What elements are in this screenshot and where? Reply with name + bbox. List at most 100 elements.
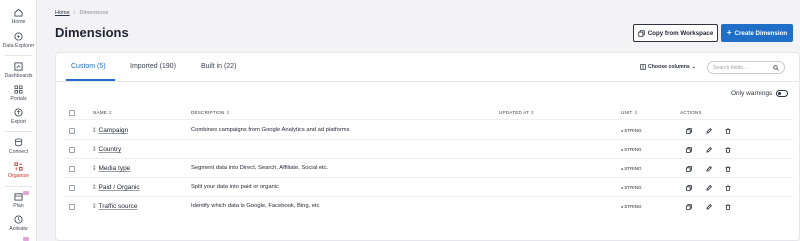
duplicate-icon[interactable] <box>686 147 692 153</box>
dimensions-card: Custom (5) Imported (190) Built in (22) … <box>55 52 800 241</box>
dimension-icon: ⁑ <box>93 146 96 153</box>
sidebar-item-dashboards[interactable]: Dashboards <box>0 62 37 79</box>
sidebar-item-label: Export <box>11 119 26 125</box>
sidebar-item-label: Organize <box>7 173 30 179</box>
string-type-icon: a <box>621 185 624 190</box>
sidebar-item-export[interactable]: Export <box>0 108 37 125</box>
row-divider <box>64 177 793 178</box>
dimension-name-link[interactable]: Campaign <box>99 127 129 134</box>
only-warnings-label: Only warnings <box>731 90 773 97</box>
sidebar-divider <box>5 131 32 132</box>
sidebar-item-activate[interactable]: Activate <box>0 215 37 232</box>
breadcrumb-current: Dimensions <box>79 10 109 16</box>
home-icon <box>14 8 23 17</box>
column-header-updated-at[interactable]: UPDATED AT ⇳ <box>499 110 535 116</box>
tab-imported[interactable]: Imported (190) <box>130 63 176 70</box>
column-header-unit[interactable]: UNIT ⇳ <box>621 110 638 116</box>
sidebar-item-connect[interactable]: Connect <box>0 138 37 155</box>
unit-cell: a STRING <box>621 204 642 209</box>
delete-icon[interactable] <box>725 128 731 134</box>
duplicate-icon[interactable] <box>686 166 692 172</box>
dimension-description: Combines campaigns from Google Analytics… <box>191 127 350 133</box>
database-icon <box>14 138 23 147</box>
search-input[interactable] <box>713 64 773 71</box>
compass-icon <box>14 32 23 41</box>
sidebar-item-label: Activate <box>9 226 28 232</box>
sidebar-item-label: Data Explorer <box>2 43 35 49</box>
row-checkbox[interactable] <box>69 166 75 172</box>
duplicate-icon[interactable] <box>686 185 692 191</box>
tab-custom[interactable]: Custom (5) <box>71 63 106 70</box>
create-button-label: Create Dimension <box>734 29 788 37</box>
row-divider <box>64 196 793 197</box>
plus-icon: + <box>726 28 732 37</box>
row-checkbox[interactable] <box>69 185 75 191</box>
sidebar-item-home[interactable]: Home <box>0 8 37 25</box>
column-header-description[interactable]: DESCRIPTION ⇳ <box>191 110 230 116</box>
sidebar-item-data-explorer[interactable]: Data Explorer <box>0 32 37 49</box>
delete-icon[interactable] <box>725 147 731 153</box>
tab-bar: Custom (5) Imported (190) Built in (22) … <box>56 53 800 82</box>
dimension-name-link[interactable]: Paid / Organic <box>99 184 140 191</box>
breadcrumb-separator: › <box>73 10 76 16</box>
row-checkbox[interactable] <box>69 128 75 134</box>
edit-icon[interactable] <box>706 128 712 134</box>
sidebar-item-label: Portals <box>10 96 27 102</box>
edit-icon[interactable] <box>706 166 712 172</box>
create-dimension-button[interactable]: + Create Dimension <box>721 24 793 42</box>
dimension-description: Identify which data is Google, Facebook,… <box>191 203 320 209</box>
chevron-down-icon: ⌄ <box>691 64 696 70</box>
row-checkbox[interactable] <box>69 204 75 210</box>
dimension-name-link[interactable]: Media type <box>99 165 131 172</box>
sidebar-item-label: Plan <box>13 203 24 209</box>
sidebar-item-plan[interactable]: Plan <box>0 191 37 209</box>
unit-cell: a STRING <box>621 185 642 190</box>
sidebar-divider <box>5 55 32 56</box>
dimension-icon: ⁑ <box>93 165 96 172</box>
delete-icon[interactable] <box>725 185 731 191</box>
dimension-name-cell: ⁑ Paid / Organic <box>93 184 140 191</box>
dimension-name-link[interactable]: Traffic source <box>99 203 138 210</box>
copy-button-label: Copy from Workspace <box>647 29 714 37</box>
dimension-name-link[interactable]: Country <box>99 146 122 153</box>
columns-icon <box>640 64 646 70</box>
sidebar-item-label: Dashboards <box>4 73 33 79</box>
sidebar-item-organize[interactable]: Organize <box>0 162 37 179</box>
tab-built-in[interactable]: Built in (22) <box>201 63 236 70</box>
dimension-name-cell: ⁑ Campaign <box>93 127 128 134</box>
dimension-description: Split your data into paid or organic <box>191 184 279 190</box>
dimension-icon: ⁑ <box>93 184 96 191</box>
edit-icon[interactable] <box>706 185 712 191</box>
export-icon <box>14 108 23 117</box>
select-all-checkbox[interactable] <box>69 110 75 116</box>
edit-icon[interactable] <box>706 204 712 210</box>
only-warnings-toggle[interactable] <box>776 90 789 97</box>
delete-icon[interactable] <box>725 166 731 172</box>
sidebar-item-portals[interactable]: Portals <box>0 85 37 102</box>
copy-icon <box>638 29 645 37</box>
dimension-name-cell: ⁑ Traffic source <box>93 203 138 210</box>
table-row: ⁑ Traffic source Identify which data is G… <box>56 198 800 217</box>
breadcrumb: Home › Dimensions <box>55 10 108 16</box>
string-type-icon: a <box>621 166 624 171</box>
column-header-actions: ACTIONS <box>680 110 702 115</box>
sidebar-divider <box>5 186 32 187</box>
column-header-name[interactable]: NAME ⇳ <box>93 110 113 116</box>
dimension-icon: ⁑ <box>93 203 96 210</box>
duplicate-icon[interactable] <box>686 128 692 134</box>
choose-columns-button[interactable]: Choose columns ⌄ <box>640 64 696 70</box>
grid-icon <box>14 85 23 94</box>
breadcrumb-home-link[interactable]: Home <box>55 10 70 16</box>
sidebar-item-label: Connect <box>8 149 29 155</box>
duplicate-icon[interactable] <box>686 204 692 210</box>
copy-from-workspace-button[interactable]: Copy from Workspace <box>633 24 718 42</box>
edit-icon[interactable] <box>706 147 712 153</box>
search-icon <box>773 64 779 71</box>
row-checkbox[interactable] <box>69 147 75 153</box>
choose-columns-label: Choose columns <box>648 64 690 70</box>
delete-icon[interactable] <box>725 204 731 210</box>
sidebar: Home Data Explorer Dashboards Portals Ex… <box>0 0 37 241</box>
row-divider <box>64 139 793 140</box>
dashboard-icon <box>14 62 23 71</box>
activate-icon <box>14 215 23 224</box>
